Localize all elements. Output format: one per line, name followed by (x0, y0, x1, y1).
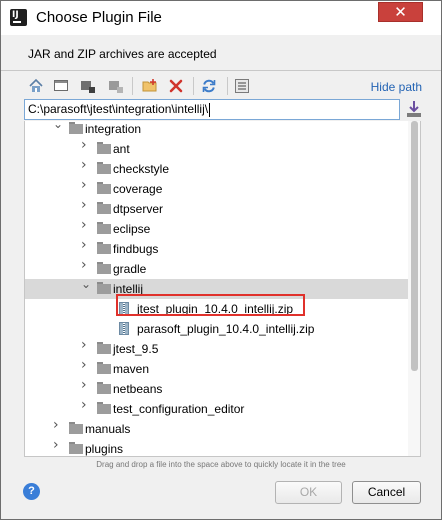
tree-folder-row[interactable]: › coverage (25, 178, 408, 199)
folder-icon (69, 122, 83, 134)
tree-item-label: maven (113, 362, 150, 376)
show-hidden-icon[interactable] (234, 78, 250, 94)
path-row: C:\parasoft\jtest\integration\intellij\ (1, 99, 441, 121)
help-button[interactable]: ? (23, 483, 40, 500)
app-icon-letters: IJ (12, 10, 19, 20)
delete-icon[interactable] (168, 78, 184, 94)
expand-arrow-icon[interactable]: › (81, 358, 91, 372)
zip-file-icon (119, 322, 129, 335)
folder-icon (97, 162, 111, 174)
ok-button[interactable]: OK (275, 481, 342, 504)
tree-item-label: gradle (113, 262, 147, 276)
folder-icon (97, 342, 111, 354)
close-button[interactable]: ✕ (378, 2, 423, 22)
expand-arrow-icon[interactable]: › (53, 438, 63, 452)
tree-folder-row[interactable]: › ant (25, 138, 408, 159)
choose-plugin-file-dialog: IJ Choose Plugin File ✕ JAR and ZIP arch… (0, 0, 442, 520)
expand-arrow-icon[interactable]: › (81, 378, 91, 392)
path-input[interactable]: C:\parasoft\jtest\integration\intellij\ (24, 99, 400, 120)
window-title: Choose Plugin File (36, 9, 162, 26)
path-input-value: C:\parasoft\jtest\integration\intellij\ (28, 102, 209, 116)
description-text: JAR and ZIP archives are accepted (28, 47, 217, 61)
text-caret (209, 102, 211, 117)
tree-item-label: dtpserver (113, 202, 164, 216)
vertical-scrollbar[interactable] (408, 121, 420, 456)
tree-file-row[interactable]: jtest_plugin_10.4.0_intellij.zip (25, 299, 408, 319)
tree-folder-row[interactable]: › jtest_9.5 (25, 338, 408, 359)
folder-icon (97, 402, 111, 414)
tree-folder-row[interactable]: › dtpserver (25, 198, 408, 219)
folder-icon (97, 242, 111, 254)
download-path-icon[interactable] (406, 100, 422, 118)
tree-item-label: parasoft_plugin_10.4.0_intellij.zip (137, 322, 315, 336)
tree-folder-row[interactable]: › findbugs (25, 238, 408, 259)
expand-arrow-icon[interactable]: › (81, 178, 91, 192)
expand-arrow-icon[interactable]: › (81, 218, 91, 232)
expand-arrow-icon[interactable]: › (53, 418, 63, 432)
module-icon[interactable] (108, 78, 124, 94)
new-folder-icon[interactable] (142, 78, 158, 94)
tree-folder-row[interactable]: › test_configuration_editor (25, 398, 408, 419)
tree-folder-row[interactable]: › maven (25, 358, 408, 379)
drag-drop-hint: Drag and drop a file into the space abov… (96, 460, 346, 469)
tree-item-label: netbeans (113, 382, 163, 396)
refresh-icon[interactable] (201, 78, 217, 94)
expand-arrow-icon[interactable]: › (81, 238, 91, 252)
folder-icon (97, 202, 111, 214)
folder-icon (97, 362, 111, 374)
tree-item-label: eclipse (113, 222, 151, 236)
project-icon[interactable] (80, 78, 96, 94)
folder-icon (97, 222, 111, 234)
tree-folder-row[interactable]: › checkstyle (25, 158, 408, 179)
folder-icon (69, 422, 83, 434)
tree-folder-row[interactable]: › gradle (25, 258, 408, 279)
folder-icon (97, 382, 111, 394)
collapse-arrow-icon[interactable]: ⌄ (53, 121, 63, 130)
tree-folder-row[interactable]: › plugins (25, 438, 408, 456)
file-tree[interactable]: › plugins › manuals › test_configuration_edit… (24, 121, 421, 457)
expand-arrow-icon[interactable]: › (81, 158, 91, 172)
tree-item-label: manuals (85, 422, 131, 436)
tree-item-label: plugins (85, 442, 124, 456)
folder-icon (97, 142, 111, 154)
cancel-button[interactable]: Cancel (352, 481, 421, 504)
expand-arrow-icon[interactable]: › (81, 338, 91, 352)
intellij-app-icon: IJ (10, 9, 27, 26)
tree-item-label: jtest_9.5 (113, 342, 159, 356)
folder-icon (97, 182, 111, 194)
tree-item-label: findbugs (113, 242, 159, 256)
scrollbar-thumb[interactable] (411, 121, 418, 371)
tree-item-label: ant (113, 142, 130, 156)
expand-arrow-icon[interactable]: › (81, 258, 91, 272)
hide-path-link[interactable]: Hide path (371, 80, 422, 94)
tree-item-label: intellij (113, 282, 144, 296)
tree-item-label: test_configuration_editor (113, 402, 245, 416)
home-icon[interactable] (28, 78, 44, 94)
tree-folder-row[interactable]: ⌄ integration (25, 121, 408, 139)
tree-item-label: integration (85, 122, 142, 136)
toolbar-separator (132, 77, 133, 95)
collapse-arrow-icon[interactable]: ⌄ (81, 278, 91, 290)
expand-arrow-icon[interactable]: › (81, 398, 91, 412)
desktop-icon[interactable] (53, 78, 69, 94)
tree-item-label: checkstyle (113, 162, 170, 176)
tree-folder-row[interactable]: › netbeans (25, 378, 408, 399)
tree-item-label: jtest_plugin_10.4.0_intellij.zip (137, 302, 294, 316)
tree-folder-row[interactable]: › eclipse (25, 218, 408, 239)
folder-icon (97, 262, 111, 274)
description-area: JAR and ZIP archives are accepted (1, 35, 441, 71)
tree-file-row[interactable]: parasoft_plugin_10.4.0_intellij.zip (25, 319, 408, 339)
folder-icon (69, 442, 83, 454)
expand-arrow-icon[interactable]: › (81, 198, 91, 212)
zip-file-icon (119, 302, 129, 315)
toolbar: Hide path (1, 71, 441, 99)
tree-item-label: coverage (113, 182, 163, 196)
title-bar: IJ Choose Plugin File ✕ (1, 1, 441, 35)
tree-folder-row[interactable]: ⌄ intellij (25, 278, 408, 299)
toolbar-separator (227, 77, 228, 95)
expand-arrow-icon[interactable]: › (81, 138, 91, 152)
toolbar-separator (193, 77, 194, 95)
tree-folder-row[interactable]: › manuals (25, 418, 408, 439)
folder-icon (97, 282, 111, 294)
